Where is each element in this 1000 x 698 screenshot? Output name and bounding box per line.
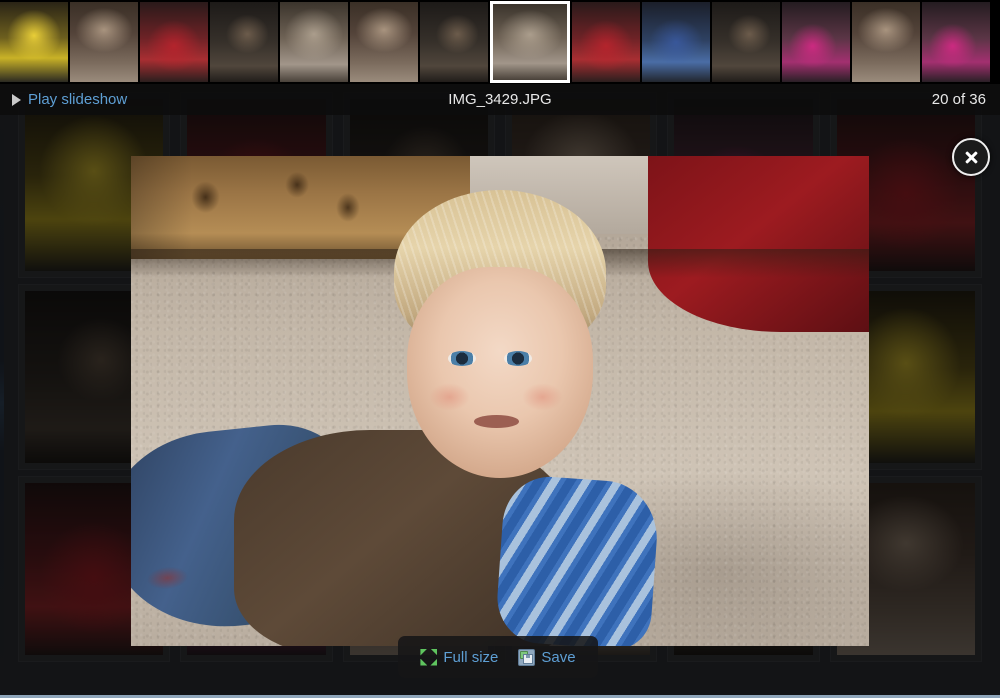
photo-head-layer xyxy=(389,190,610,484)
filmstrip-thumbnail[interactable] xyxy=(852,2,920,82)
filmstrip-thumbnail[interactable] xyxy=(782,2,850,82)
thumbnail-image xyxy=(70,2,138,82)
image-filename: IMG_3429.JPG xyxy=(448,91,552,108)
photo-gallery-app: Play slideshow IMG_3429.JPG 20 of 36 Ful… xyxy=(0,0,1000,698)
thumbnail-image xyxy=(420,2,488,82)
photo-striped-sleeve-layer xyxy=(494,474,661,646)
full-size-label: Full size xyxy=(443,648,499,666)
thumbnail-image xyxy=(712,2,780,82)
lightbox-toolbar: Full size Save xyxy=(398,636,598,678)
play-slideshow-label: Play slideshow xyxy=(28,91,128,108)
filmstrip-thumbnail[interactable] xyxy=(642,2,710,82)
thumbnail-image xyxy=(210,2,278,82)
full-size-button[interactable]: Full size xyxy=(420,648,499,666)
lightbox-viewer[interactable] xyxy=(131,156,869,646)
thumbnail-image xyxy=(493,4,567,80)
play-slideshow-button[interactable]: Play slideshow xyxy=(12,84,127,115)
photo-face xyxy=(407,266,593,479)
filmstrip-thumbnail[interactable] xyxy=(572,2,640,82)
thumbnail-image xyxy=(642,2,710,82)
photo-cheek-right xyxy=(522,383,564,411)
main-photo[interactable] xyxy=(131,156,869,646)
save-label: Save xyxy=(541,648,576,666)
filmstrip-thumbnail[interactable] xyxy=(712,2,780,82)
filmstrip-thumbnail[interactable] xyxy=(70,2,138,82)
thumbnail-image xyxy=(140,2,208,82)
thumbnail-image xyxy=(280,2,348,82)
filmstrip-thumbnail[interactable] xyxy=(420,2,488,82)
filmstrip-thumbnail[interactable] xyxy=(210,2,278,82)
photo-red-sofa-layer xyxy=(647,156,869,333)
filmstrip-thumbnail[interactable] xyxy=(0,2,68,82)
image-counter: 20 of 36 xyxy=(931,91,986,108)
thumbnail-image xyxy=(0,2,68,82)
save-button[interactable]: Save xyxy=(518,648,576,666)
thumbnail-image xyxy=(572,2,640,82)
thumbnail-filmstrip[interactable] xyxy=(0,0,1000,84)
photo-cheek-left xyxy=(429,383,471,411)
photo-mouth xyxy=(473,414,519,428)
floppy-disk-save-icon xyxy=(518,648,536,666)
thumbnail-image xyxy=(922,2,990,82)
filmstrip-thumbnail[interactable] xyxy=(280,2,348,82)
filmstrip-thumbnail[interactable] xyxy=(140,2,208,82)
thumbnail-image xyxy=(852,2,920,82)
thumbnail-image xyxy=(782,2,850,82)
lightbox-header-bar: Play slideshow IMG_3429.JPG 20 of 36 xyxy=(0,84,1000,115)
expand-arrows-icon xyxy=(420,648,438,666)
thumbnail-image xyxy=(350,2,418,82)
photo-eye-left xyxy=(447,351,476,367)
filmstrip-thumbnail[interactable] xyxy=(350,2,418,82)
play-triangle-icon xyxy=(12,93,21,106)
filmstrip-thumbnail[interactable] xyxy=(490,1,570,83)
filmstrip-thumbnail[interactable] xyxy=(922,2,990,82)
close-lightbox-button[interactable] xyxy=(952,138,990,176)
photo-eye-right xyxy=(503,351,532,367)
